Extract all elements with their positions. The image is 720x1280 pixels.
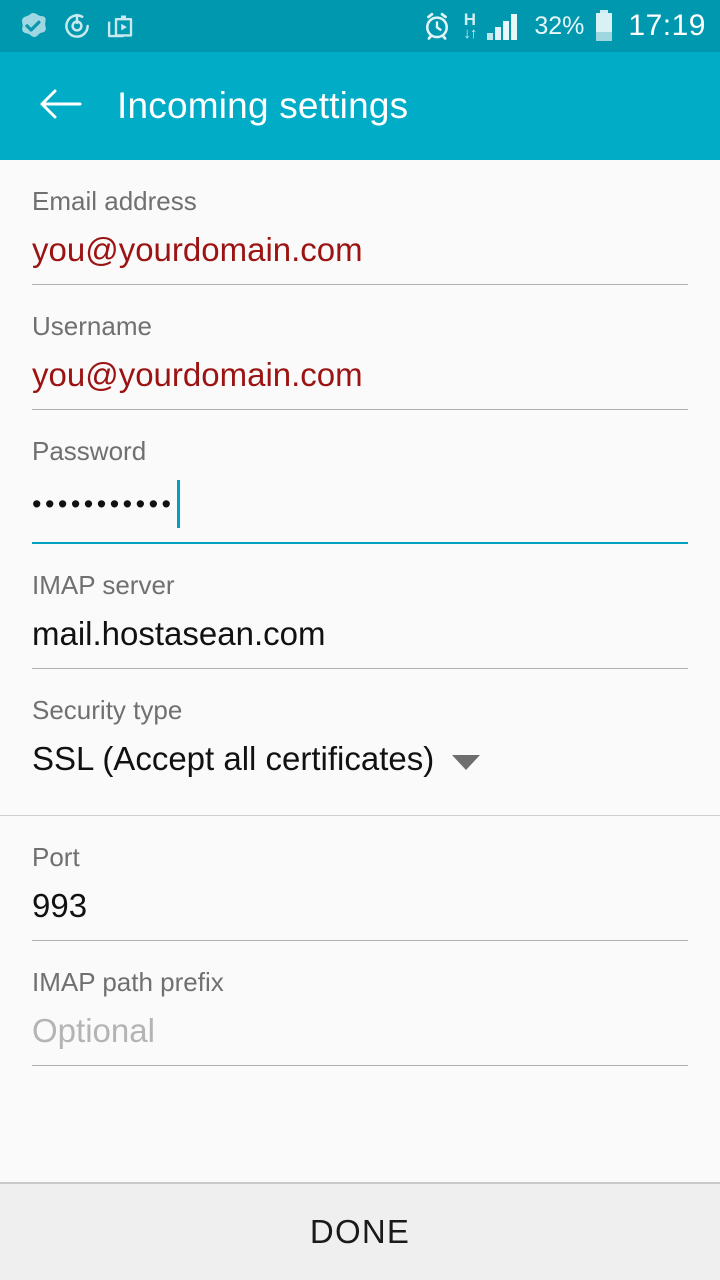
- incoming-settings-screen: H ↓↑ 32% 17:19 Incoming settings Email a…: [0, 0, 720, 1280]
- check-badge-icon: [18, 11, 48, 41]
- field-port[interactable]: Port 993: [0, 816, 720, 941]
- field-email-address[interactable]: Email address you@yourdomain.com: [0, 160, 720, 285]
- play-store-icon: [106, 11, 136, 41]
- battery-icon: [594, 10, 614, 42]
- password-masked-value: •••••••••••: [32, 489, 175, 519]
- done-button-label: DONE: [309, 1213, 411, 1250]
- done-button[interactable]: DONE: [0, 1182, 720, 1280]
- field-security-type[interactable]: Security type SSL (Accept all certificat…: [0, 669, 720, 793]
- port-input[interactable]: 993: [32, 872, 688, 940]
- network-type-hspa-icon: H ↓↑: [463, 11, 477, 42]
- field-label-imap-server: IMAP server: [32, 570, 175, 600]
- field-password[interactable]: Password •••••••••••: [0, 410, 720, 544]
- status-bar-notification-icons: [18, 11, 136, 41]
- field-label-username: Username: [32, 311, 152, 341]
- field-label-email-address: Email address: [32, 186, 197, 216]
- text-cursor: [177, 480, 181, 528]
- status-bar: H ↓↑ 32% 17:19: [0, 0, 720, 52]
- signal-bars-icon: [486, 11, 524, 41]
- page-title: Incoming settings: [117, 85, 409, 126]
- field-label-port: Port: [32, 842, 80, 872]
- back-arrow-icon: [38, 87, 82, 126]
- field-label-security-type: Security type: [32, 695, 183, 725]
- field-label-password: Password: [32, 436, 147, 466]
- password-input[interactable]: •••••••••••: [32, 466, 688, 542]
- battery-percent-label: 32%: [534, 11, 585, 40]
- field-label-imap-path-prefix: IMAP path prefix: [32, 967, 224, 997]
- app-bar: Incoming settings: [0, 52, 720, 160]
- power-restart-icon: [62, 11, 92, 41]
- field-username[interactable]: Username you@yourdomain.com: [0, 285, 720, 410]
- imap-path-prefix-input[interactable]: Optional: [32, 997, 688, 1065]
- settings-form: Email address you@yourdomain.com Usernam…: [0, 160, 720, 1182]
- alarm-clock-icon: [421, 10, 453, 42]
- security-type-selected-value: SSL (Accept all certificates): [32, 740, 435, 777]
- status-bar-clock: 17:19: [628, 9, 706, 42]
- field-imap-path-prefix[interactable]: IMAP path prefix Optional: [0, 941, 720, 1066]
- chevron-down-icon: [452, 754, 481, 770]
- network-data-arrows: ↓↑: [463, 25, 477, 42]
- back-button[interactable]: [36, 82, 84, 130]
- security-type-dropdown[interactable]: SSL (Accept all certificates): [32, 725, 688, 793]
- email-address-input[interactable]: you@yourdomain.com: [32, 216, 688, 284]
- username-input[interactable]: you@yourdomain.com: [32, 341, 688, 409]
- field-imap-server[interactable]: IMAP server mail.hostasean.com: [0, 544, 720, 669]
- status-bar-system-icons: H ↓↑ 32% 17:19: [421, 9, 706, 43]
- field-underline-imap-path-prefix: [32, 1065, 688, 1066]
- imap-server-input[interactable]: mail.hostasean.com: [32, 600, 688, 668]
